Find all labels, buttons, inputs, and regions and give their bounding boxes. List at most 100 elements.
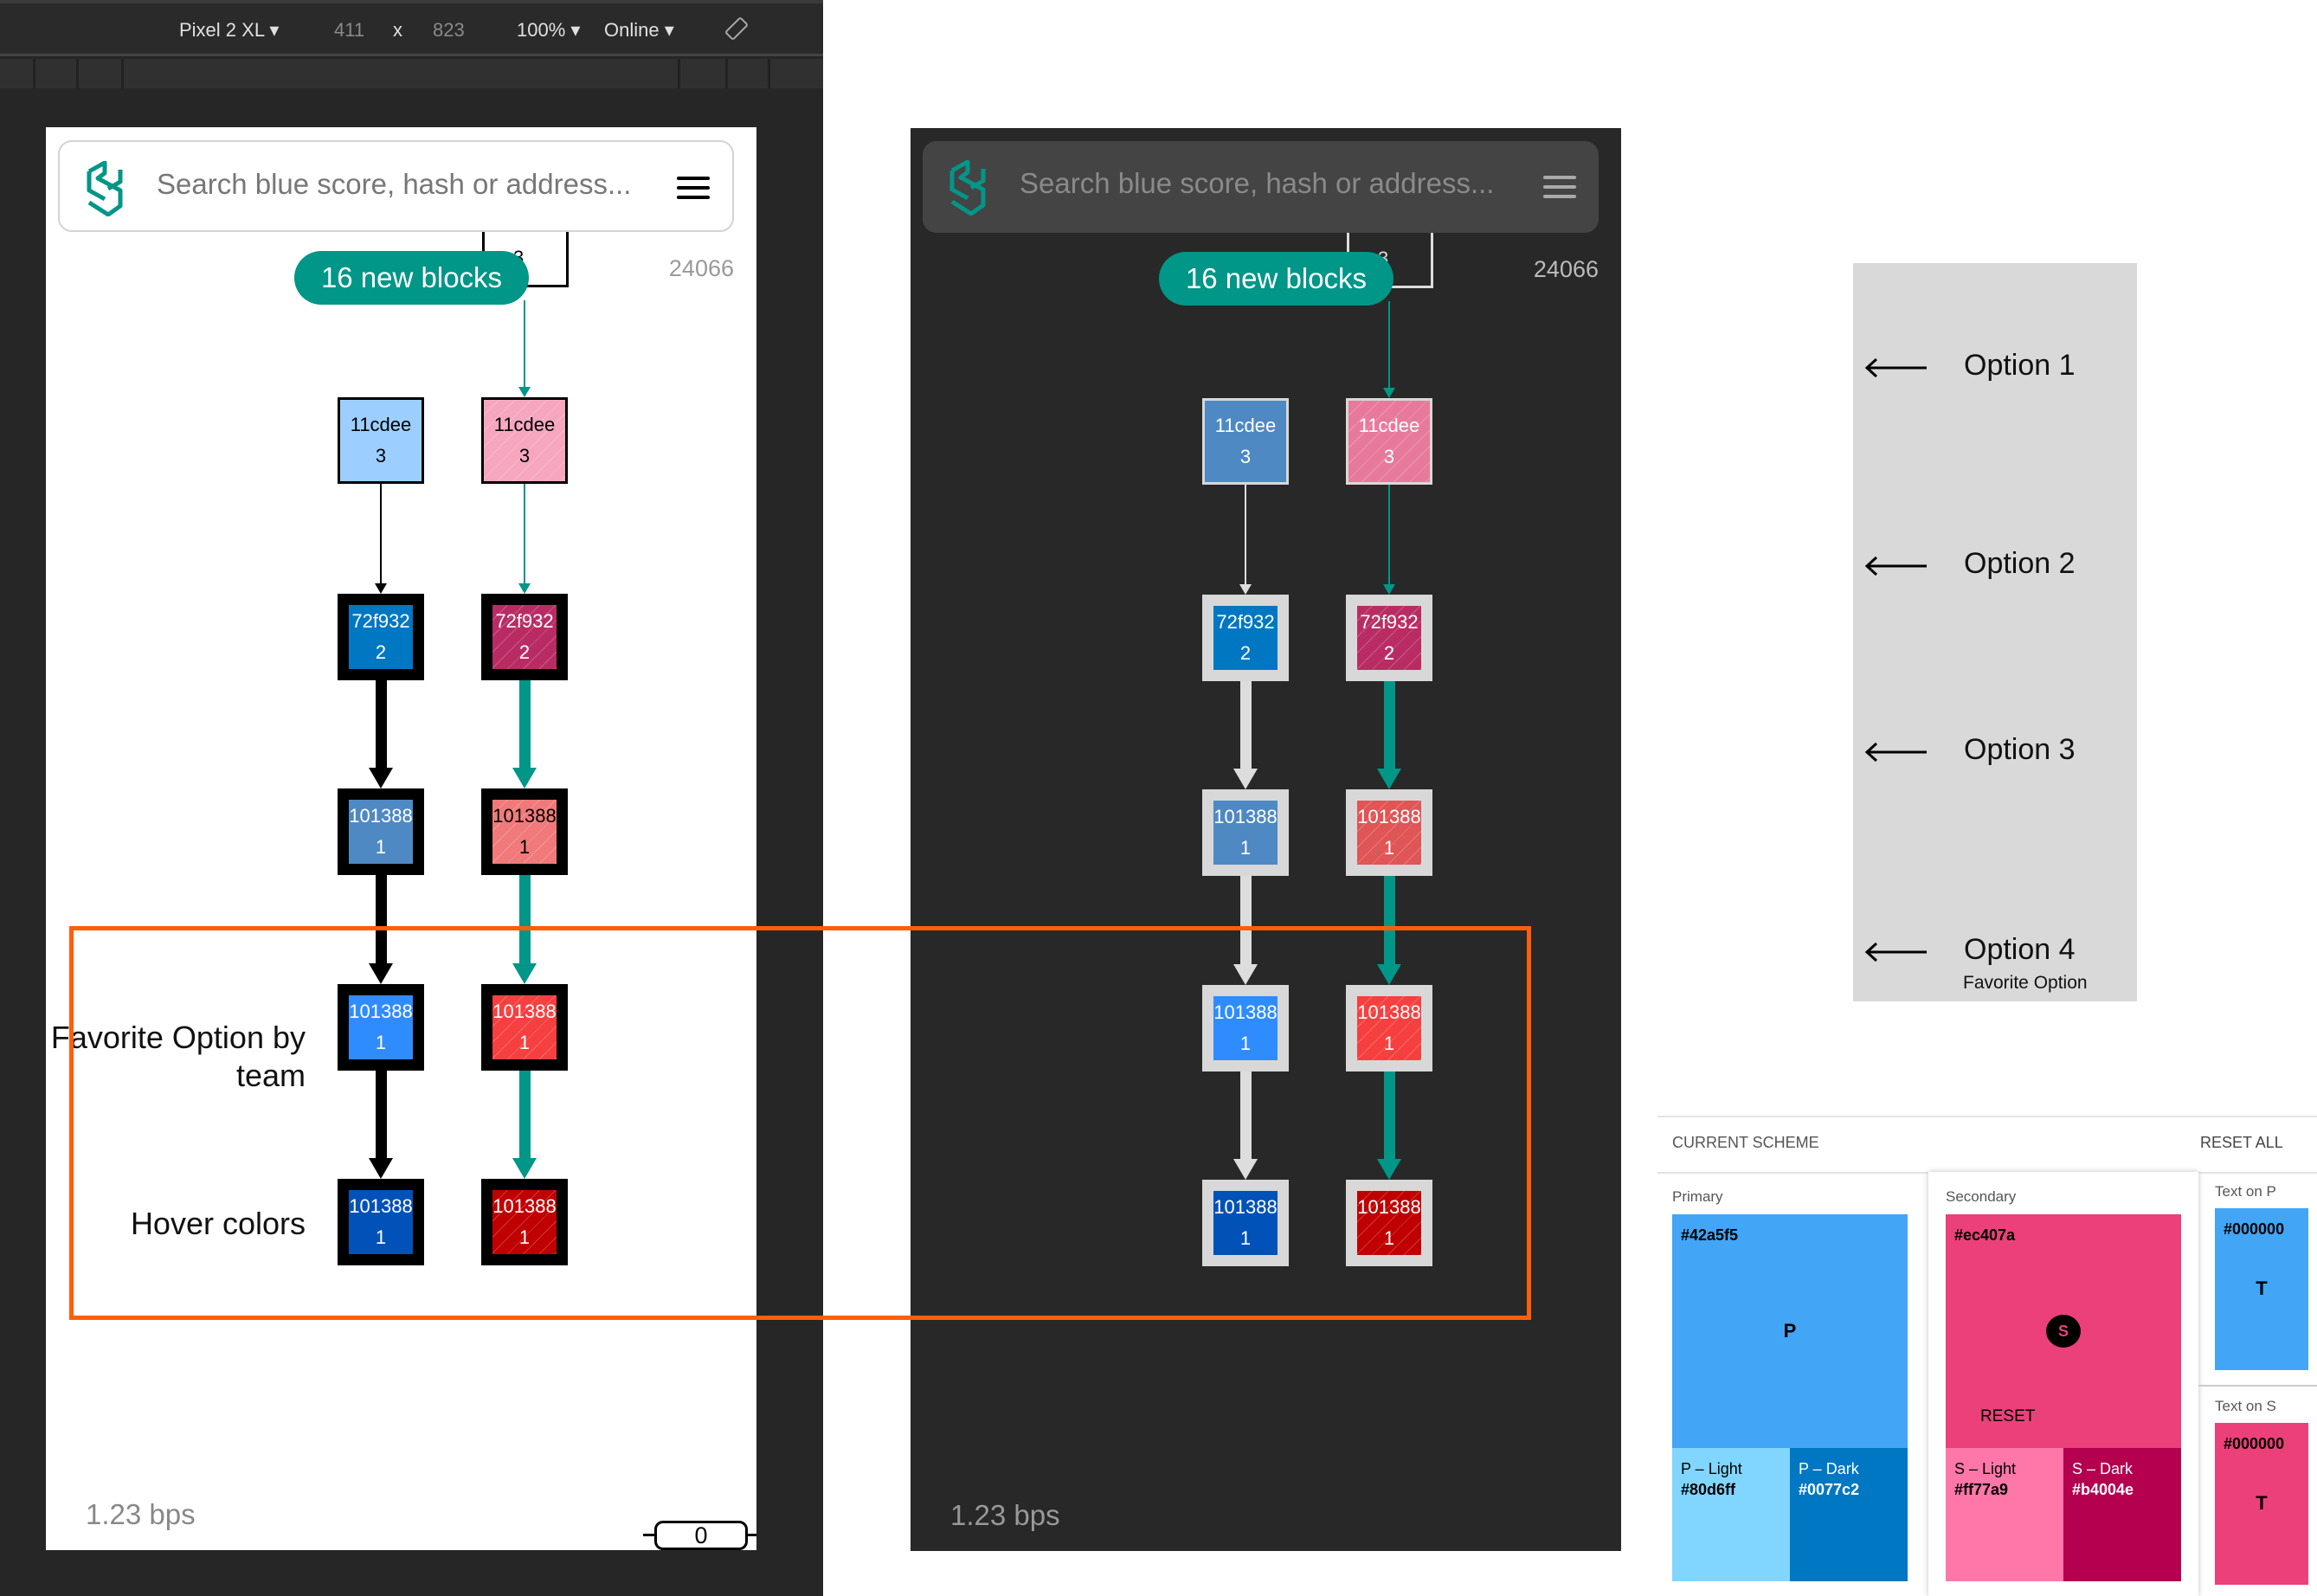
menu-icon[interactable] — [1543, 176, 1576, 198]
text-on-s-swatch[interactable]: #000000 T — [2215, 1423, 2308, 1585]
secondary-light-swatch[interactable]: S – Light #ff77a9 — [1946, 1448, 2063, 1581]
menu-icon[interactable] — [677, 177, 710, 199]
new-blocks-button[interactable]: 16 new blocks — [1159, 252, 1393, 306]
block-blue-score: 1 — [1383, 837, 1395, 859]
block-blue-2[interactable]: 72f932 2 — [1202, 595, 1289, 681]
block-outline — [1431, 233, 1433, 288]
block-blue-score: 1 — [375, 836, 387, 858]
block-red-3[interactable]: 101388 1 — [481, 788, 568, 875]
option-3-label[interactable]: Option 3 — [1964, 733, 2076, 767]
edge — [524, 300, 525, 387]
logo-icon[interactable] — [86, 160, 131, 217]
block-red-2[interactable]: 72f932 2 — [481, 594, 568, 680]
block-blue-score: 1 — [518, 836, 531, 858]
divider — [2198, 1385, 2317, 1387]
block-hash: 101388 — [1357, 1001, 1421, 1023]
block-hash: 11cdee — [1358, 415, 1420, 436]
text-on-s-label: Text on S — [2215, 1398, 2276, 1414]
block-hash: 72f932 — [351, 610, 410, 632]
block-blue-score: 1 — [375, 1226, 387, 1248]
new-blocks-button[interactable]: 16 new blocks — [294, 251, 529, 305]
block-hash: 101388 — [349, 1001, 413, 1022]
phone-dark: Search blue score, hash or address... 3 16… — [911, 128, 1621, 1551]
text-on-s-letter: T — [2256, 1492, 2268, 1514]
block-hash: 101388 — [492, 1195, 557, 1217]
edge — [375, 680, 387, 768]
rotate-icon[interactable] — [724, 16, 750, 47]
logo-icon[interactable] — [949, 159, 994, 216]
search-input[interactable]: Search blue score, hash or address... — [1020, 167, 1494, 200]
block-blue-score: 3 — [1239, 446, 1252, 467]
arrow-head — [512, 768, 537, 788]
option-1-label[interactable]: Option 1 — [1964, 349, 2076, 383]
width-input[interactable]: 411 — [334, 19, 364, 42]
block-blue-1[interactable]: 11cdee 3 — [1202, 398, 1289, 485]
block-blue-score: 3 — [375, 445, 387, 467]
block-red-2[interactable]: 72f932 2 — [1346, 595, 1432, 681]
edge — [1239, 681, 1252, 769]
search-bar[interactable]: Search blue score, hash or address... — [58, 140, 734, 232]
block-hash: 72f932 — [1360, 611, 1419, 633]
block-blue-2[interactable]: 72f932 2 — [338, 594, 424, 680]
search-bar[interactable]: Search blue score, hash or address... — [923, 141, 1599, 233]
network-select[interactable]: Online ▾ — [604, 19, 674, 42]
blue-score: 24066 — [1533, 256, 1599, 282]
block-hash: 11cdee — [1214, 415, 1277, 436]
reset-all-button[interactable]: RESET ALL — [2200, 1134, 2283, 1152]
block-blue-score: 2 — [375, 641, 387, 663]
block-blue-score: 3 — [518, 445, 531, 467]
block-hash: 11cdee — [493, 414, 556, 435]
secondary-reset-button[interactable]: RESET — [1980, 1407, 2035, 1426]
highlight-frame — [69, 926, 1531, 1320]
block-rate: 1.23 bps — [950, 1499, 1060, 1531]
blue-score: 24066 — [668, 255, 734, 281]
edge — [518, 680, 531, 768]
arrow-head — [375, 583, 387, 594]
block-blue-score: 2 — [1239, 642, 1252, 664]
arrow-head — [1239, 584, 1252, 595]
block-blue-3[interactable]: 101388 1 — [338, 788, 424, 875]
primary-light-swatch[interactable]: P – Light #80d6ff — [1672, 1448, 1790, 1581]
block-blue-score: 3 — [1383, 446, 1395, 467]
block-blue-3[interactable]: 101388 1 — [1202, 789, 1289, 876]
height-input[interactable]: 823 — [433, 19, 465, 42]
option-4-label[interactable]: Option 4 — [1964, 933, 2076, 967]
block-blue-score: 1 — [1383, 1033, 1395, 1054]
text-on-p-swatch[interactable]: #000000 T — [2215, 1208, 2308, 1370]
block-blue-score: 2 — [1383, 642, 1395, 664]
block-hash: 72f932 — [495, 610, 554, 632]
counter-badge: 0 — [654, 1521, 748, 1550]
option-2-label[interactable]: Option 2 — [1964, 547, 2076, 581]
edge — [1383, 681, 1395, 769]
primary-dark-swatch[interactable]: P – Dark #0077c2 — [1790, 1448, 1908, 1581]
primary-label: Primary — [1672, 1188, 1723, 1205]
search-input[interactable]: Search blue score, hash or address... — [157, 168, 631, 201]
block-blue-score: 1 — [1239, 1033, 1252, 1054]
text-on-p-letter: T — [2256, 1277, 2268, 1299]
media-query-bar — [0, 59, 823, 88]
arrow-head — [518, 387, 531, 397]
block-blue-1[interactable]: 11cdee 3 — [338, 397, 424, 484]
block-hash: 101388 — [492, 805, 557, 827]
block-blue-score: 1 — [1239, 837, 1252, 859]
block-blue-score: 1 — [518, 1226, 531, 1248]
edge — [1245, 485, 1246, 584]
zoom-select[interactable]: 100% ▾ — [517, 19, 580, 42]
block-red-1[interactable]: 11cdee 3 — [1346, 398, 1432, 485]
block-red-1[interactable]: 11cdee 3 — [481, 397, 568, 484]
block-blue-score: 1 — [1383, 1227, 1395, 1249]
secondary-dark-swatch[interactable]: S – Dark #b4004e — [2063, 1448, 2181, 1581]
options-panel: Option 1 Option 2 Option 3 Option 4 Favorite… — [1853, 263, 2137, 1001]
block-red-3[interactable]: 101388 1 — [1346, 789, 1432, 876]
primary-swatch[interactable]: #42a5f5 P — [1672, 1214, 1908, 1448]
block-hash: 11cdee — [350, 414, 412, 435]
device-toolbar: Pixel 2 XL ▾ 411 x 823 100% ▾ Online ▾ — [0, 0, 823, 56]
arrow-head — [518, 583, 531, 594]
device-select[interactable]: Pixel 2 XL ▾ — [179, 19, 279, 42]
block-blue-score: 1 — [1239, 1227, 1252, 1249]
phone-light: Search blue score, hash or address... 3 16… — [46, 127, 756, 1550]
secondary-swatch[interactable]: #ec407a S RESET — [1946, 1214, 2181, 1448]
block-hash: 101388 — [1213, 806, 1278, 827]
primary-letter: P — [1783, 1320, 1797, 1342]
option-note: Favorite Option — [1963, 973, 2088, 993]
